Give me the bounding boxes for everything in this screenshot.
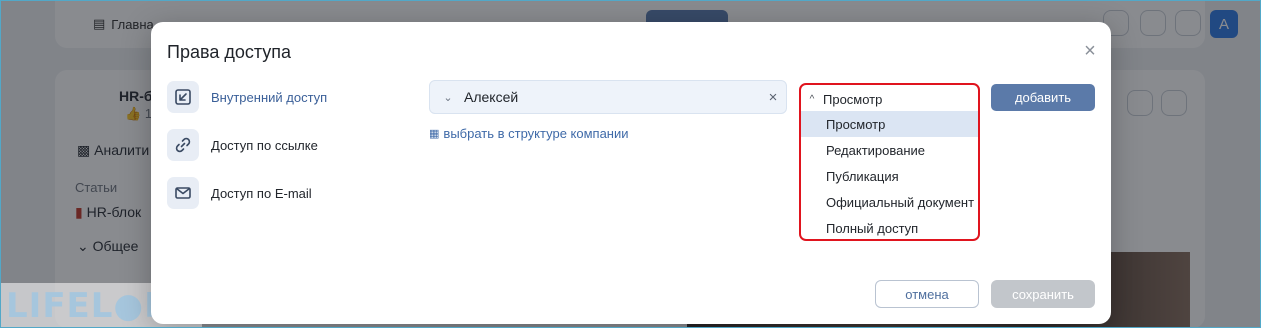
mail-icon — [167, 177, 199, 209]
org-structure-icon: ▦ — [429, 128, 440, 140]
select-from-structure-link[interactable]: ▦ выбрать в структуре компании — [429, 126, 629, 141]
tab-email-access-label: Доступ по E-mail — [211, 185, 312, 201]
chevron-up-icon: ^ — [809, 93, 815, 105]
permission-option[interactable]: Официальный документ — [801, 189, 978, 215]
permission-dropdown-toggle[interactable]: ^ Просмотр — [801, 87, 978, 111]
permission-dropdown[interactable]: ^ Просмотр Просмотр Редактирование Публи… — [799, 83, 980, 241]
permission-selected-value: Просмотр — [823, 91, 883, 107]
permission-option[interactable]: Просмотр — [801, 111, 978, 137]
chevron-down-icon[interactable]: ⌄ — [434, 91, 462, 104]
permission-option[interactable]: Публикация — [801, 163, 978, 189]
permission-option[interactable]: Полный доступ — [801, 215, 978, 241]
dialog-title: Права доступа — [167, 42, 292, 62]
link-icon — [167, 129, 199, 161]
cancel-button[interactable]: отмена — [875, 280, 979, 308]
close-icon[interactable]: × — [1081, 41, 1099, 61]
select-from-structure-label: выбрать в структуре компании — [443, 126, 629, 141]
tab-internal-access[interactable]: Внутренний доступ — [167, 80, 327, 114]
permission-option[interactable]: Редактирование — [801, 137, 978, 163]
add-button[interactable]: добавить — [991, 84, 1095, 111]
tab-internal-access-label: Внутренний доступ — [211, 89, 328, 105]
tab-link-access[interactable]: Доступ по ссылке — [167, 128, 318, 162]
save-button[interactable]: сохранить — [991, 280, 1095, 308]
access-rights-dialog: Права доступа × Внутренний доступ Доступ… — [151, 22, 1111, 324]
tab-email-access[interactable]: Доступ по E-mail — [167, 176, 312, 210]
clear-icon[interactable]: × — [760, 89, 786, 106]
user-select[interactable]: ⌄ Алексей × — [429, 80, 787, 114]
arrow-down-left-icon — [167, 81, 199, 113]
user-select-value: Алексей — [464, 89, 519, 105]
tab-link-access-label: Доступ по ссылке — [211, 137, 318, 153]
